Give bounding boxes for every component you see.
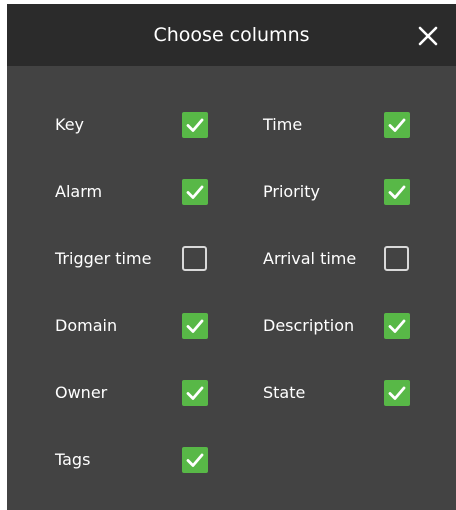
checkbox-tags[interactable] [182, 447, 208, 473]
check-icon [186, 386, 204, 400]
checkbox-alarm[interactable] [182, 179, 208, 205]
column-label-priority: Priority [263, 182, 320, 201]
check-icon [388, 386, 406, 400]
check-icon [186, 118, 204, 132]
checkbox-state[interactable] [384, 380, 410, 406]
column-row: Key Time [7, 110, 456, 140]
column-label-arrival-time: Arrival time [263, 249, 357, 268]
checkbox-key[interactable] [182, 112, 208, 138]
checkbox-domain[interactable] [182, 313, 208, 339]
column-label-state: State [263, 383, 306, 402]
checkbox-trigger-time[interactable] [182, 246, 207, 271]
column-label-trigger-time: Trigger time [55, 249, 152, 268]
column-label-description: Description [263, 316, 355, 335]
check-icon [186, 185, 204, 199]
check-icon [186, 319, 204, 333]
dialog-titlebar: Choose columns [7, 4, 456, 66]
column-label-key: Key [55, 115, 85, 134]
column-label-time: Time [263, 115, 303, 134]
column-row: Owner State [7, 378, 456, 408]
column-row: Alarm Priority [7, 177, 456, 207]
check-icon [388, 319, 406, 333]
checkbox-arrival-time[interactable] [384, 246, 409, 271]
column-row: Tags [7, 445, 456, 475]
column-label-domain: Domain [55, 316, 118, 335]
checkbox-priority[interactable] [384, 179, 410, 205]
column-label-owner: Owner [55, 383, 108, 402]
check-icon [186, 453, 204, 467]
column-row: Trigger time Arrival time [7, 244, 456, 274]
check-icon [388, 185, 406, 199]
close-icon[interactable] [415, 23, 441, 49]
column-label-alarm: Alarm [55, 182, 103, 201]
dialog-title: Choose columns [153, 24, 310, 46]
choose-columns-dialog: Choose columns Key Time Alarm Priority T… [7, 4, 456, 510]
checkbox-time[interactable] [384, 112, 410, 138]
column-label-tags: Tags [55, 450, 91, 469]
check-icon [388, 118, 406, 132]
checkbox-description[interactable] [384, 313, 410, 339]
column-row: Domain Description [7, 311, 456, 341]
checkbox-owner[interactable] [182, 380, 208, 406]
